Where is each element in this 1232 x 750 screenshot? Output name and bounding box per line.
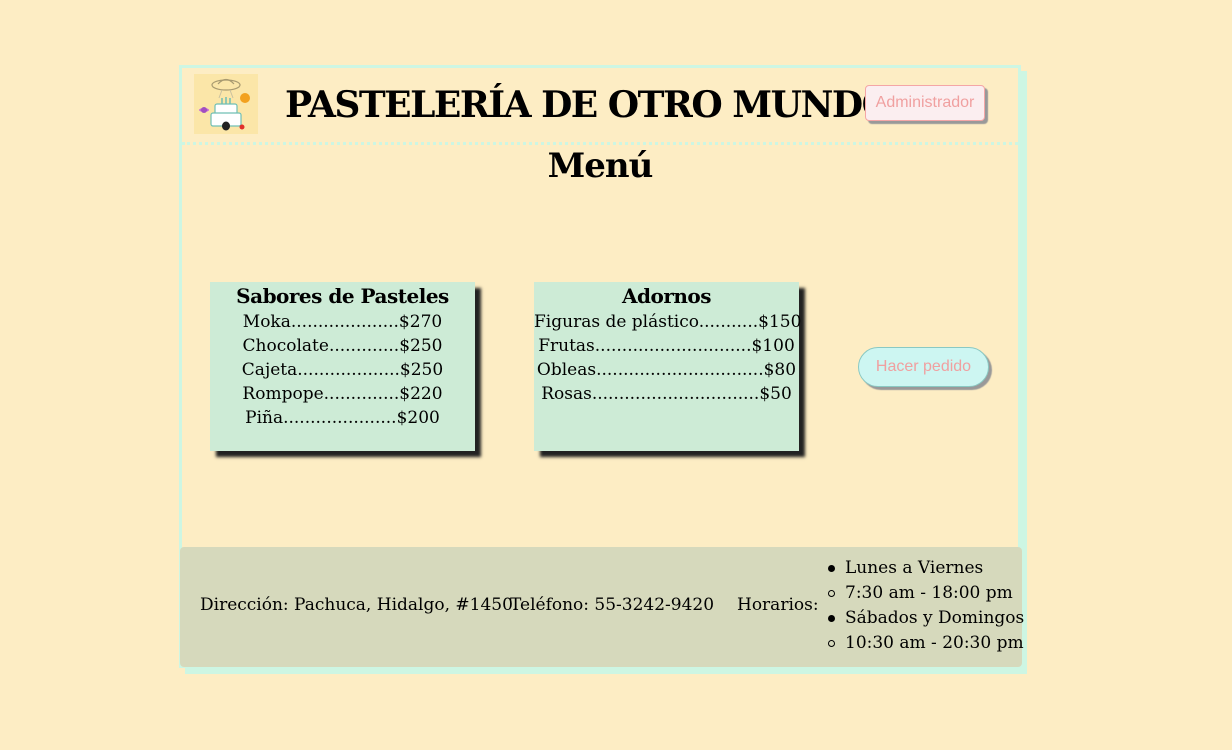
admin-button[interactable]: Administrador [865, 85, 985, 121]
list-item: Cajeta...................$250 [241, 360, 444, 380]
hours-item: Sábados y Domingos [827, 606, 1024, 631]
page-frame: PASTELERÍA DE OTRO MUNDO Administrador M… [179, 65, 1024, 668]
list-item: Moka....................$270 [242, 312, 443, 332]
list-item: Chocolate.............$250 [242, 336, 443, 356]
site-title: PASTELERÍA DE OTRO MUNDO [285, 84, 893, 126]
footer-address: Dirección: Pachuca, Hidalgo, #1450. [200, 595, 519, 615]
circle-bullet-icon [828, 640, 835, 647]
logo [194, 74, 258, 134]
list-item: Obleas...............................$80 [536, 360, 797, 380]
card-title: Sabores de Pasteles [236, 284, 449, 308]
menu-card-adornos: Adornos Figuras de plástico...........$1… [534, 282, 802, 451]
price-list: Moka....................$270 Chocolate..… [210, 310, 475, 430]
footer-phone: Teléfono: 55-3242-9420 [510, 595, 715, 615]
disc-bullet-icon [828, 615, 835, 622]
list-item: Piña.....................$200 [245, 408, 440, 428]
alien-cake-planets-logo-icon [199, 78, 250, 131]
menu-card-sabores: Sabores de Pasteles Moka................… [210, 282, 475, 451]
hours-text: 7:30 am - 18:00 pm [845, 583, 1013, 603]
hours-text: Sábados y Domingos [845, 608, 1025, 628]
site-footer: Dirección: Pachuca, Hidalgo, #1450. Telé… [180, 547, 1024, 667]
hours-item: Lunes a Viernes [827, 556, 1024, 581]
hours-text: 10:30 am - 20:30 pm [845, 633, 1024, 653]
circle-bullet-icon [828, 590, 835, 597]
hours-text: Lunes a Viernes [845, 558, 984, 578]
list-item: Frutas.............................$100 [538, 336, 795, 356]
price-list: Figuras de plástico...........$150 Fruta… [534, 310, 802, 406]
list-item: Rosas...............................$50 [541, 384, 792, 404]
order-button[interactable]: Hacer pedido [858, 347, 989, 387]
hours-list: Lunes a Viernes 7:30 am - 18:00 pm Sábad… [827, 556, 1024, 656]
hours-item: 7:30 am - 18:00 pm [827, 581, 1024, 606]
hours-item: 10:30 am - 20:30 pm [827, 631, 1024, 656]
menu-title: Menú [547, 146, 654, 186]
list-item: Figuras de plástico...........$150 [534, 312, 802, 332]
list-item: Rompope..............$220 [242, 384, 443, 404]
card-title: Adornos [621, 284, 712, 308]
footer-hours-label: Horarios: [737, 595, 819, 615]
disc-bullet-icon [828, 565, 835, 572]
site-header: PASTELERÍA DE OTRO MUNDO Administrador [182, 68, 1018, 145]
